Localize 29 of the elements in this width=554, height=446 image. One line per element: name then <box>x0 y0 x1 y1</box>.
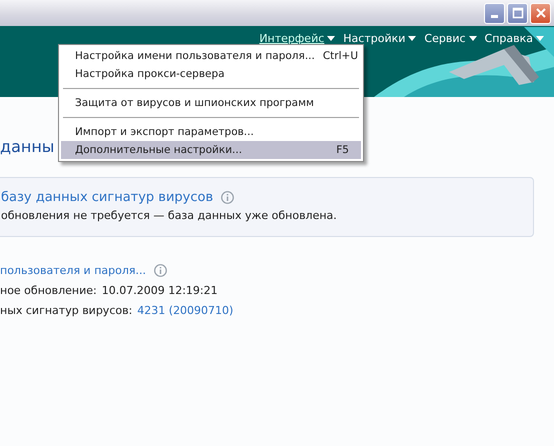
update-link[interactable]: базу данных сигнатур вирусов <box>1 190 214 205</box>
menu-item[interactable]: Сервис <box>424 30 477 47</box>
status-text: обновления не требуется — база данных уже обновлена. <box>1 209 338 222</box>
menu-option[interactable]: Настройка прокси-сервера <box>61 65 361 83</box>
close-button[interactable] <box>530 2 551 24</box>
caret-icon <box>408 36 416 41</box>
menu-option[interactable]: Настройка имени пользователя и пароля... Ctrl+U <box>61 47 361 65</box>
minimize-button[interactable] <box>484 2 505 24</box>
maximize-button[interactable] <box>507 2 528 24</box>
menu-option[interactable]: Импорт и экспорт параметров... <box>61 123 361 141</box>
menu-item[interactable]: Справка <box>484 30 544 47</box>
maximize-icon <box>512 7 524 19</box>
menu-item[interactable]: Настройки <box>343 30 416 47</box>
field-label: ное обновление: <box>0 284 97 297</box>
menu-item[interactable]: Интерфейс <box>259 30 336 47</box>
caret-icon <box>327 36 336 41</box>
caret-icon <box>468 36 477 41</box>
value-link[interactable]: 4231 (20090710) <box>137 304 234 317</box>
close-icon <box>534 7 546 19</box>
field-value: 10.07.2009 12:19:21 <box>102 284 218 297</box>
section-heading: данны <box>0 137 54 156</box>
info-icon <box>154 264 167 277</box>
info-icon <box>221 191 234 204</box>
settings-link[interactable]: пользователя и пароля... <box>0 264 146 277</box>
menu-option[interactable]: Дополнительные настройки... F5 <box>61 141 361 159</box>
field-label: ных сигнатур вирусов: <box>0 304 132 317</box>
caret-icon <box>536 36 544 41</box>
minimize-icon <box>491 15 498 18</box>
menu-option[interactable]: Защита от вирусов и шпионских программ <box>61 94 361 112</box>
